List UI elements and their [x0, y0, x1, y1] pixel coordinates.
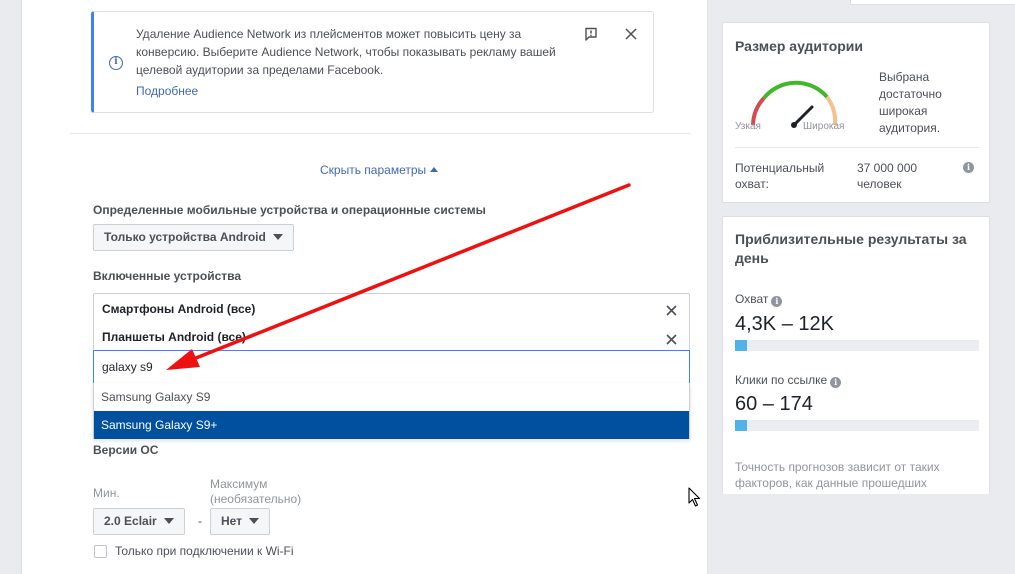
close-icon[interactable] [625, 28, 637, 40]
mouse-cursor-icon [688, 487, 701, 507]
max-version-dropdown[interactable]: Нет [210, 508, 271, 535]
top-right-panel-edge [850, 0, 1015, 5]
audience-network-notice: i Удаление Audience Network из плейсмент… [91, 11, 654, 113]
max-version-label: Максимум (необязательно) [210, 477, 301, 507]
suggestion-item[interactable]: Samsung Galaxy S9 [94, 383, 689, 411]
suggestion-item-selected[interactable]: Samsung Galaxy S9+ [94, 411, 689, 439]
mobile-os-selected: Только устройства Android [104, 230, 266, 244]
hide-params-toggle[interactable]: Скрыть параметры [320, 163, 439, 177]
info-icon: i [109, 56, 123, 70]
flag-icon[interactable] [584, 27, 598, 41]
forecast-footnote: Точность прогнозов зависит от таких факт… [735, 460, 940, 490]
max-version-label-hint: (необязательно) [210, 492, 302, 506]
wifi-only-checkbox[interactable] [94, 545, 107, 558]
device-tag: Планшеты Android (все) [102, 330, 246, 344]
audience-size-title: Размер аудитории [735, 38, 864, 54]
device-tag: Смартфоны Android (все) [102, 302, 256, 316]
caret-down-icon [249, 518, 260, 524]
caret-down-icon [272, 234, 283, 240]
reach-metric-label: Охват i [735, 292, 783, 307]
device-suggestions: Samsung Galaxy S9 Samsung Galaxy S9+ [93, 383, 690, 439]
remove-tag-icon[interactable] [666, 334, 677, 345]
learn-more-link[interactable]: Подробнее [136, 84, 198, 98]
reach-metric-fill [735, 340, 748, 351]
caret-up-icon [430, 167, 439, 172]
min-version-value: 2.0 Eclair [104, 514, 157, 528]
max-version-value: Нет [221, 514, 243, 528]
potential-reach-label: Потенциальный охват: [735, 161, 825, 191]
max-version-label-line: Максимум [210, 477, 268, 491]
card-divider [735, 147, 979, 148]
info-icon[interactable]: i [830, 377, 842, 388]
reach-metric-text: Охват [735, 292, 769, 306]
daily-results-title: Приблизительные результаты за день [735, 231, 967, 266]
gauge-narrow-label: Узкая [735, 121, 761, 132]
device-search-input[interactable] [93, 350, 690, 384]
info-icon[interactable]: i [963, 162, 974, 173]
remove-tag-icon[interactable] [666, 305, 677, 316]
caret-down-icon [163, 518, 174, 524]
clicks-metric-fill [735, 420, 748, 431]
min-version-label: Мин. [93, 486, 120, 500]
audience-status-text: Выбрана достаточно широкая аудитория. [879, 70, 942, 135]
wifi-only-label: Только при подключении к Wi-Fi [115, 544, 294, 558]
daily-results-card: Приблизительные результаты за день Охват… [722, 216, 990, 494]
clicks-metric-value: 60 – 174 [735, 393, 813, 415]
reach-metric-value: 4,3K – 12K [735, 313, 834, 335]
clicks-metric-bar [735, 420, 979, 431]
reach-metric-bar [735, 340, 979, 351]
os-versions-label: Версии ОС [93, 443, 159, 457]
included-devices-label: Включенные устройства [93, 269, 242, 283]
version-range-separator: - [198, 514, 202, 528]
hide-params-label: Скрыть параметры [320, 163, 427, 177]
min-version-dropdown[interactable]: 2.0 Eclair [93, 508, 185, 535]
clicks-metric-label: Клики по ссылке i [735, 373, 842, 388]
clicks-metric-text: Клики по ссылке [735, 373, 828, 387]
notice-text: Удаление Audience Network из плейсментов… [136, 27, 556, 77]
mobile-os-dropdown[interactable]: Только устройства Android [93, 224, 294, 251]
targeting-panel: i Удаление Audience Network из плейсмент… [21, 0, 708, 574]
potential-reach-value: 37 000 000 человек [857, 161, 918, 191]
section-divider [70, 133, 690, 134]
gauge-wide-label: Широкая [803, 121, 845, 132]
mobile-os-label: Определенные мобильные устройства и опер… [93, 203, 486, 217]
info-icon[interactable]: i [771, 296, 783, 307]
audience-size-card: Размер аудитории Узкая Широкая Выбрана д… [722, 22, 990, 203]
